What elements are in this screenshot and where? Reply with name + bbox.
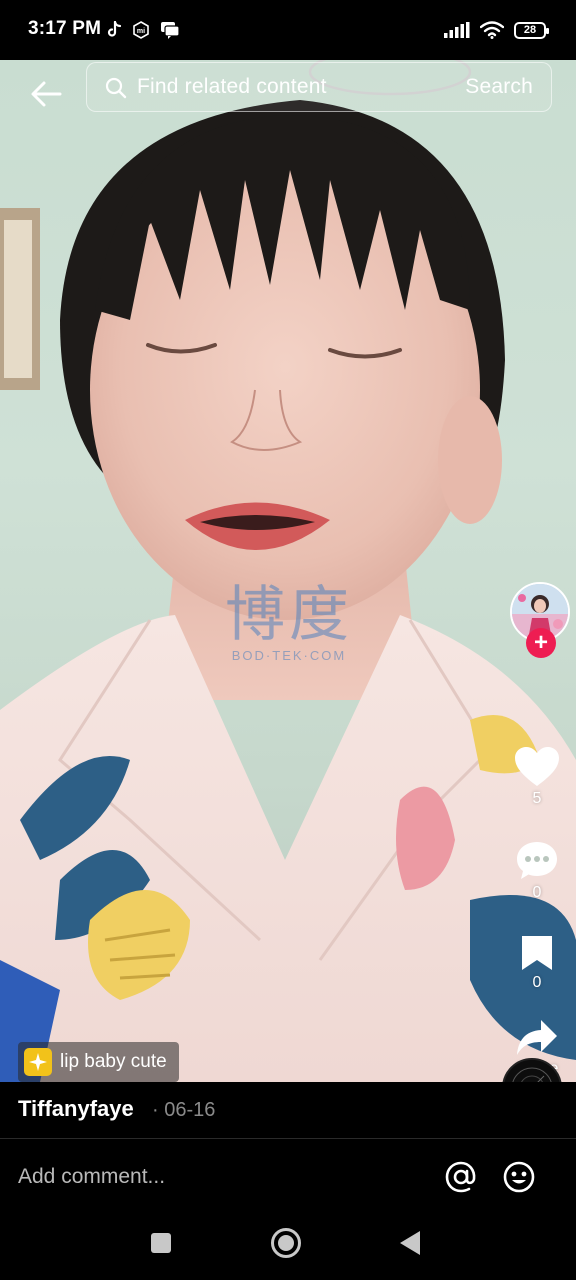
home-icon[interactable] (270, 1227, 302, 1259)
like-button[interactable]: 5 (504, 746, 570, 808)
at-mention-icon[interactable] (444, 1160, 478, 1194)
search-icon (105, 77, 127, 99)
bookmark-count: 0 (532, 974, 542, 991)
watermark-subtext: BOD·TEK·COM (231, 648, 347, 663)
status-icons-left: mi (106, 18, 180, 42)
system-nav-bar (0, 1210, 576, 1280)
comment-bar: Add comment... (0, 1139, 576, 1219)
chat-bubble-icon (161, 22, 180, 39)
author-row: Tiffanyfaye · 06-16 (0, 1082, 576, 1138)
search-bar[interactable]: Find related content Search (86, 62, 552, 112)
sparkle-icon (24, 1048, 52, 1076)
screen: 3:17 PM mi 28 Find related content Searc… (0, 0, 576, 1280)
recent-apps-icon[interactable] (150, 1232, 172, 1254)
post-date: · 06-16 (152, 1099, 216, 1121)
watermark: 博度 BOD·TEK·COM (204, 580, 374, 663)
tiktok-icon (107, 21, 122, 37)
signal-icon (444, 22, 470, 38)
mi-icon: mi (133, 21, 149, 39)
comment-button[interactable]: 0 (504, 840, 570, 902)
battery-icon: 28 (514, 21, 549, 39)
follow-button[interactable]: + (526, 628, 556, 658)
action-rail: + 5 0 0 (486, 580, 576, 1082)
search-input[interactable]: Find related content (137, 75, 327, 99)
status-bar: 3:17 PM mi 28 (0, 0, 576, 60)
nav-back-icon[interactable] (398, 1230, 422, 1256)
video-player[interactable]: Find related content Search 博度 BOD·TEK·C… (0, 60, 576, 1082)
effect-label: lip baby cute (60, 1051, 167, 1072)
comment-count: 0 (532, 884, 542, 901)
status-time: 3:17 PM (28, 18, 102, 39)
comment-bubble-icon (517, 842, 557, 879)
comment-input[interactable]: Add comment... (18, 1165, 165, 1189)
arrow-left-icon (31, 81, 62, 107)
emoji-icon[interactable] (502, 1160, 536, 1194)
status-icons-right: 28 (444, 18, 549, 42)
heart-icon (515, 747, 559, 786)
like-count: 5 (532, 790, 542, 807)
back-button[interactable] (26, 74, 66, 114)
bookmark-icon (522, 936, 552, 970)
watermark-text: 博度 (225, 580, 353, 650)
search-button[interactable]: Search (465, 75, 533, 99)
svg-text:mi: mi (137, 28, 145, 35)
wifi-icon (480, 21, 504, 39)
share-arrow-icon (517, 1020, 557, 1055)
author-name[interactable]: Tiffanyfaye (18, 1096, 134, 1122)
bookmark-button[interactable]: 0 (504, 934, 570, 992)
effect-tag[interactable]: lip baby cute (18, 1042, 179, 1082)
